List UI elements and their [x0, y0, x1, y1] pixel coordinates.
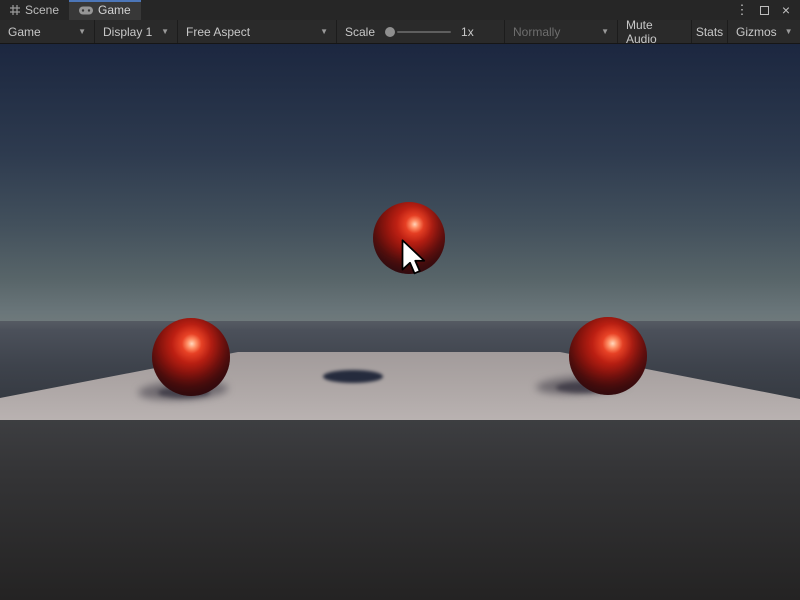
mute-audio-label: Mute Audio: [626, 18, 683, 46]
red-sphere-left: [152, 318, 230, 396]
gamepad-icon: [79, 6, 93, 15]
chevron-down-icon: ▼: [70, 27, 86, 36]
mute-audio-button[interactable]: Mute Audio: [618, 20, 692, 43]
chevron-down-icon: ▼: [593, 27, 609, 36]
red-sphere-right: [569, 317, 647, 395]
view-dropdown-label: Game: [8, 25, 41, 39]
game-view-window: Scene Game ⋮ × Game ▼ Disp: [0, 0, 800, 600]
display-dropdown-label: Display 1: [103, 25, 152, 39]
chevron-down-icon: ▼: [312, 27, 328, 36]
floating-sphere-shadow: [323, 370, 383, 383]
chevron-down-icon: ▼: [777, 27, 793, 36]
stats-label: Stats: [696, 25, 723, 39]
scale-value: 1x: [461, 25, 474, 39]
tab-scene-label: Scene: [25, 3, 59, 17]
view-dropdown[interactable]: Game ▼: [0, 20, 95, 43]
game-render-viewport[interactable]: [0, 44, 800, 600]
maximize-icon[interactable]: [756, 2, 772, 18]
more-menu-icon[interactable]: ⋮: [734, 2, 750, 18]
scale-control: Scale 1x: [337, 20, 505, 43]
close-icon[interactable]: ×: [778, 2, 794, 18]
play-mode-dropdown[interactable]: Normally ▼: [505, 20, 618, 43]
tab-scene[interactable]: Scene: [0, 0, 69, 20]
chevron-down-icon: ▼: [153, 27, 169, 36]
scale-slider-track[interactable]: [397, 31, 451, 33]
gizmos-dropdown[interactable]: Gizmos ▼: [728, 20, 800, 43]
scale-label: Scale: [345, 25, 375, 39]
tab-game[interactable]: Game: [69, 0, 141, 20]
sky-gradient: [0, 44, 800, 321]
aspect-ratio-label: Free Aspect: [186, 25, 250, 39]
play-mode-label: Normally: [513, 25, 560, 39]
scale-slider-knob[interactable]: [385, 27, 395, 37]
game-view-toolbar: Game ▼ Display 1 ▼ Free Aspect ▼ Scale 1…: [0, 20, 800, 44]
tab-game-label: Game: [98, 3, 131, 17]
stats-button[interactable]: Stats: [692, 20, 728, 43]
grid-icon: [10, 5, 20, 15]
gizmos-label: Gizmos: [736, 25, 777, 39]
display-dropdown[interactable]: Display 1 ▼: [95, 20, 178, 43]
mouse-cursor-icon: [400, 239, 430, 279]
dark-foreground: [0, 420, 800, 600]
aspect-ratio-dropdown[interactable]: Free Aspect ▼: [178, 20, 337, 43]
window-controls: ⋮ ×: [734, 0, 800, 20]
